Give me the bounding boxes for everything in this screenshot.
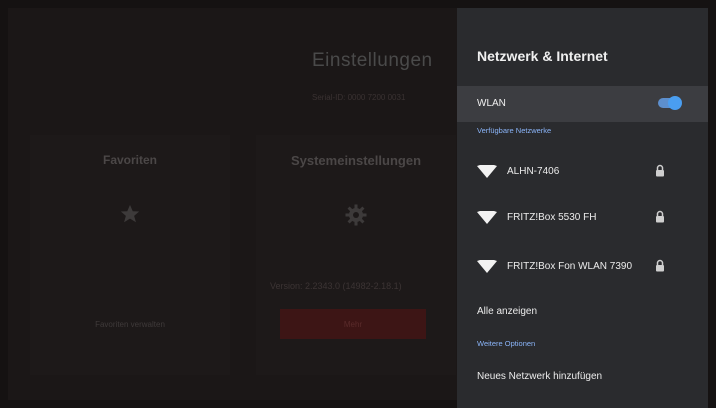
wlan-toggle[interactable] bbox=[658, 96, 682, 110]
page-title: Einstellungen bbox=[312, 50, 433, 71]
version-text: Version: 2.2343.0 (14982-2.18.1) bbox=[270, 281, 402, 291]
more-button[interactable]: Mehr bbox=[280, 309, 426, 339]
network-name: ALHN-7406 bbox=[507, 166, 560, 177]
network-item[interactable]: FRITZ!Box Fon WLAN 7390 bbox=[457, 253, 708, 281]
favorites-title: Favoriten bbox=[102, 153, 157, 167]
show-all-networks[interactable]: Alle anzeigen bbox=[477, 306, 537, 317]
wlan-label: WLAN bbox=[477, 98, 506, 109]
network-side-panel: Netzwerk & Internet WLAN Verfügbare Netz… bbox=[457, 8, 708, 408]
favorites-manage-label[interactable]: Favoriten verwalten bbox=[30, 320, 230, 329]
network-name: FRITZ!Box 5530 FH bbox=[507, 212, 597, 223]
serial-id: Serial-ID: 0000 7200 0031 bbox=[312, 93, 406, 102]
network-name: FRITZ!Box Fon WLAN 7390 bbox=[507, 261, 633, 272]
wifi-icon bbox=[477, 260, 497, 273]
available-networks-heading: Verfügbare Netzwerke bbox=[477, 126, 552, 135]
network-item[interactable]: FRITZ!Box 5530 FH bbox=[457, 204, 708, 232]
favorites-card[interactable]: Favoriten bbox=[30, 135, 230, 375]
toggle-knob bbox=[668, 96, 682, 110]
wifi-icon bbox=[477, 211, 497, 224]
panel-title: Netzwerk & Internet bbox=[477, 48, 608, 64]
gear-icon bbox=[344, 203, 368, 232]
system-settings-title: Systemeinstellungen bbox=[290, 153, 422, 168]
lock-icon bbox=[656, 210, 664, 223]
system-settings-card[interactable]: Systemeinstellungen bbox=[256, 135, 456, 375]
wlan-toggle-row[interactable]: WLAN bbox=[457, 86, 708, 122]
lock-icon bbox=[656, 164, 664, 177]
star-icon bbox=[119, 203, 141, 230]
wifi-icon bbox=[477, 165, 497, 178]
add-network-item[interactable]: Neues Netzwerk hinzufügen bbox=[477, 371, 602, 382]
more-options-heading: Weitere Optionen bbox=[477, 339, 536, 348]
lock-icon bbox=[656, 259, 664, 272]
network-item[interactable]: ALHN-7406 bbox=[457, 158, 708, 186]
